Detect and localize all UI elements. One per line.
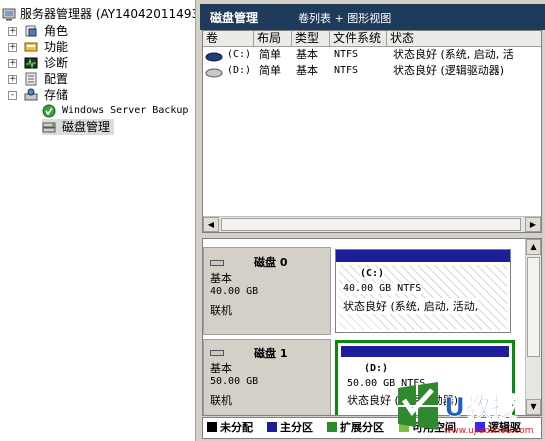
column-header-layout[interactable]: 布局: [254, 31, 292, 47]
pane-title: 磁盘管理: [210, 11, 259, 25]
tree-item-configuration[interactable]: + 配置: [0, 71, 195, 87]
disk-state: 联机: [210, 304, 232, 317]
partition-label: (D:): [364, 363, 389, 374]
column-header-status[interactable]: 状态: [387, 31, 541, 47]
volume-list: 卷 布局 类型 文件系统 状态 (C:) 简单 基本 NTFS 状态良好 (系统…: [202, 30, 542, 233]
disk-management-icon: [42, 120, 56, 134]
legend-extended: 扩展分区: [327, 421, 384, 435]
legend-swatch: [327, 422, 337, 432]
disk-name: 磁盘 0: [254, 256, 288, 269]
legend-label: 未分配: [220, 421, 253, 434]
disk-kind: 基本: [210, 272, 232, 285]
tree-item-label: 磁盘管理: [62, 120, 111, 134]
partition-status: 状态良好 (系统, 启动, 活动,: [343, 298, 479, 314]
legend-swatch: [207, 422, 217, 432]
tree-item-label: 角色: [44, 24, 69, 38]
disk-icon: [210, 350, 224, 356]
volume-layout: 简单: [259, 48, 281, 61]
legend-swatch: [267, 422, 277, 432]
disk-0-info[interactable]: 磁盘 0 基本 40.00 GB 联机: [203, 247, 331, 335]
expand-icon[interactable]: +: [8, 59, 17, 68]
tree-item-label: 功能: [44, 40, 69, 54]
volume-status: 状态良好 (逻辑驱动器): [393, 64, 505, 77]
windows-logo-icon: [398, 382, 438, 430]
collapse-icon[interactable]: -: [8, 91, 17, 100]
tree-item-label: 配置: [44, 72, 69, 86]
tree-item-label: 存储: [44, 88, 69, 102]
tree-item-label: Windows Server Backup: [62, 105, 189, 116]
tree-root-label: 服务器管理器 (AY1404201149337): [20, 7, 195, 21]
scroll-thumb[interactable]: [221, 218, 521, 231]
tree-item-windows-server-backup[interactable]: Windows Server Backup: [0, 103, 195, 119]
volume-type: 基本: [296, 64, 318, 77]
tree-root-server-manager[interactable]: 服务器管理器 (AY1404201149337): [0, 6, 195, 22]
column-header-filesystem[interactable]: 文件系统: [330, 31, 387, 47]
column-header-volume[interactable]: 卷: [203, 31, 254, 47]
volume-name: (C:): [227, 49, 252, 60]
volume-filesystem: NTFS: [334, 49, 359, 60]
partition-c[interactable]: (C:) 40.00 GB NTFS 状态良好 (系统, 启动, 活动,: [335, 249, 511, 333]
volume-filesystem: NTFS: [334, 65, 359, 76]
expand-icon[interactable]: +: [8, 27, 17, 36]
disk-1-info[interactable]: 磁盘 1 基本 50.00 GB 联机: [203, 339, 331, 415]
logical-partition-bar: [341, 346, 509, 357]
disk-name: 磁盘 1: [254, 347, 288, 360]
scroll-up-arrow-icon[interactable]: ▲: [526, 239, 541, 255]
volume-type: 基本: [296, 48, 318, 61]
disk-kind: 基本: [210, 362, 232, 375]
watermark-site: www.ujiaoshou.com: [444, 426, 534, 436]
volume-name: (D:): [227, 65, 252, 76]
scroll-right-arrow-icon[interactable]: ▶: [525, 217, 541, 232]
scroll-thumb[interactable]: [527, 257, 540, 357]
pane-header: 磁盘管理 卷列表 + 图形视图: [200, 4, 545, 30]
expand-icon[interactable]: +: [8, 75, 17, 84]
partition-label: (C:): [360, 268, 385, 279]
disk-icon: [210, 260, 224, 266]
navigation-tree: 服务器管理器 (AY1404201149337) + 角色 + 功能 + 诊断 …: [0, 0, 196, 441]
volume-icon: [205, 67, 223, 83]
partition-size: 40.00 GB NTFS: [343, 283, 422, 294]
tree-item-disk-management[interactable]: 磁盘管理: [42, 119, 114, 135]
tree-item-features[interactable]: + 功能: [0, 39, 195, 55]
volume-row[interactable]: (D:) 简单 基本 NTFS 状态良好 (逻辑驱动器): [203, 63, 541, 79]
volume-status: 状态良好 (系统, 启动, 活: [393, 48, 514, 61]
legend-label: 主分区: [280, 421, 313, 434]
primary-partition-bar: [336, 250, 510, 262]
legend-unallocated: 未分配: [207, 421, 253, 435]
volume-row[interactable]: (C:) 简单 基本 NTFS 状态良好 (系统, 启动, 活: [203, 47, 541, 63]
disk-management-pane: 磁盘管理 卷列表 + 图形视图 卷 布局 类型 文件系统 状态 (C:) 简单 …: [200, 0, 545, 441]
diagnostics-icon: [24, 56, 38, 70]
disk-state: 联机: [210, 394, 232, 407]
configuration-icon: [24, 72, 38, 86]
disk-size: 40.00 GB: [210, 286, 259, 297]
roles-icon: [24, 24, 38, 38]
legend-label: 扩展分区: [340, 421, 384, 434]
scroll-left-arrow-icon[interactable]: ◀: [203, 217, 219, 232]
watermark-logo: U教授 www.ujiaoshou.com: [392, 378, 542, 438]
expand-icon[interactable]: +: [8, 43, 17, 52]
watermark-brand: U教授: [444, 393, 518, 423]
disk-size: 50.00 GB: [210, 376, 259, 387]
volume-layout: 简单: [259, 64, 281, 77]
column-header-type[interactable]: 类型: [292, 31, 330, 47]
backup-icon: [42, 104, 56, 118]
view-mode-label: 卷列表 + 图形视图: [298, 12, 392, 25]
features-icon: [24, 40, 38, 54]
legend-primary: 主分区: [267, 421, 313, 435]
tree-item-roles[interactable]: + 角色: [0, 23, 195, 39]
tree-item-diagnostics[interactable]: + 诊断: [0, 55, 195, 71]
tree-item-label: 诊断: [44, 56, 69, 70]
server-manager-icon: [2, 7, 16, 21]
tree-item-storage[interactable]: - 存储: [0, 87, 195, 103]
volume-list-horizontal-scrollbar[interactable]: ◀ ▶: [203, 216, 541, 232]
storage-icon: [24, 88, 38, 102]
